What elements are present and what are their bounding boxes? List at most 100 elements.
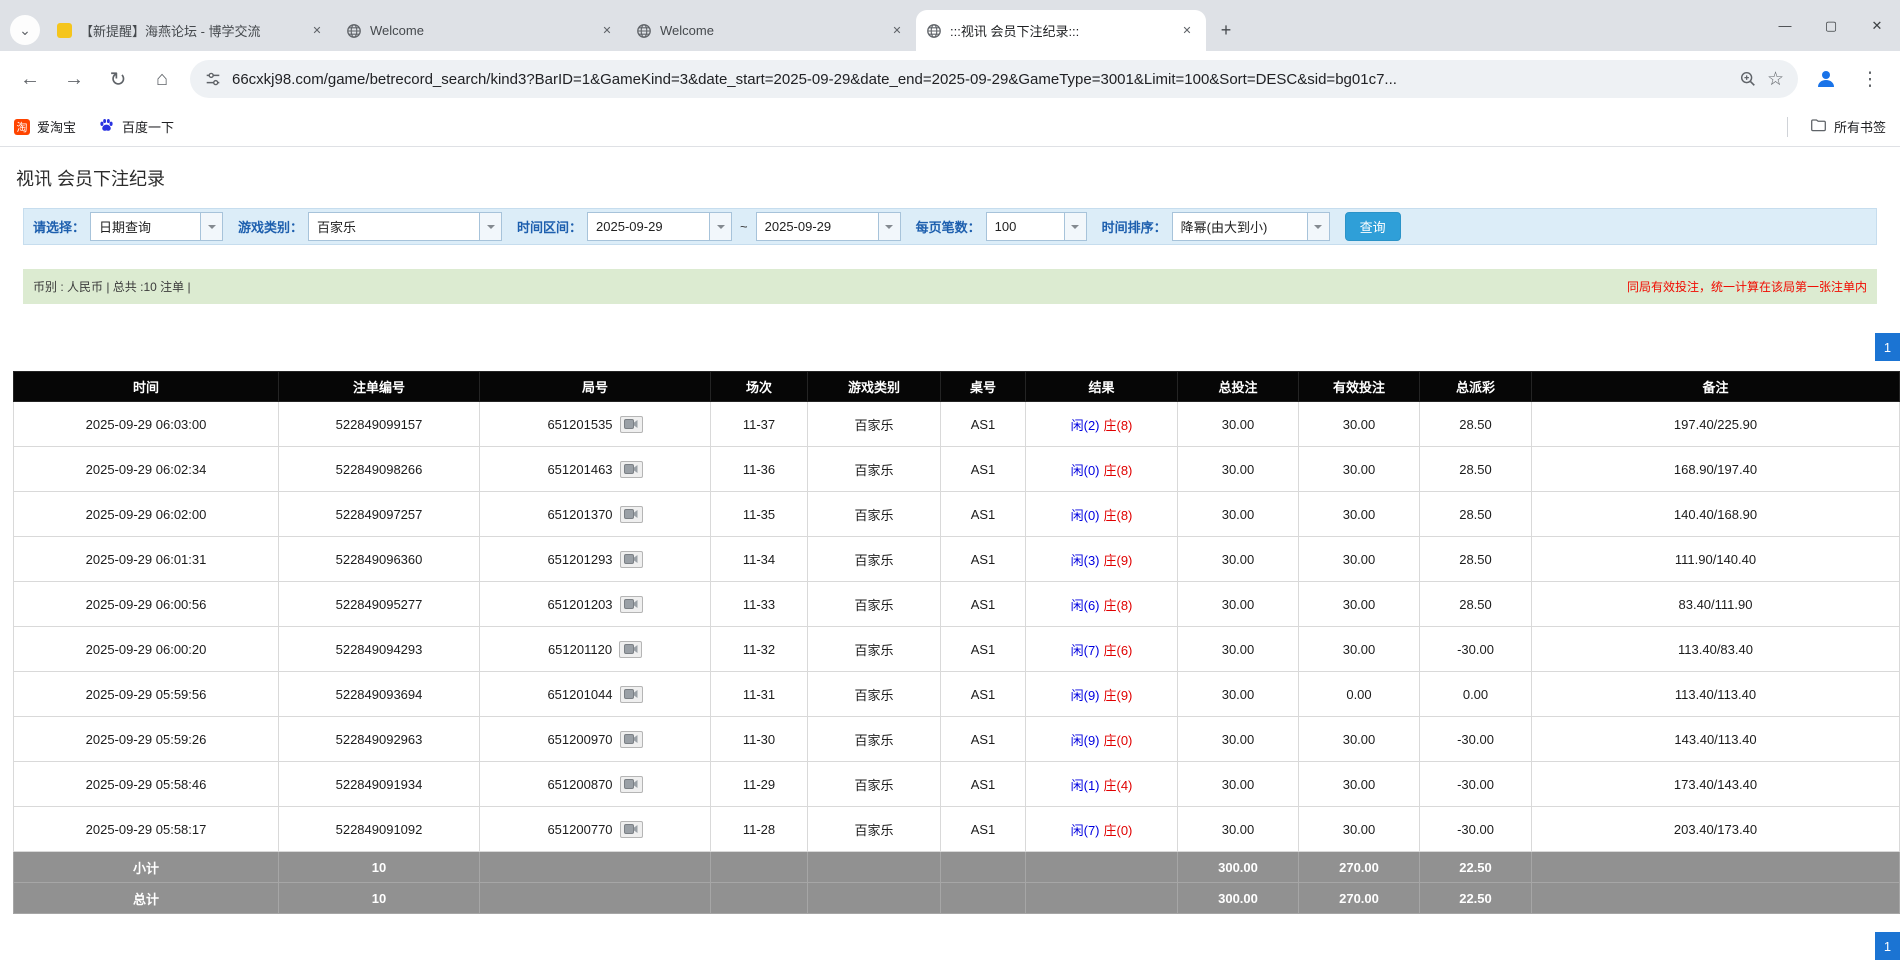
game-type-select[interactable]: 百家乐 [308, 212, 502, 241]
tab-bet-records-active[interactable]: :::视讯 会员下注纪录::: ✕ [916, 10, 1206, 51]
total-bet-link[interactable]: 30.00 [1178, 672, 1299, 717]
bookmark-label: 爱淘宝 [37, 117, 76, 136]
page-number-button[interactable]: 1 [1875, 333, 1900, 361]
header-payout: 总派彩 [1420, 372, 1532, 402]
total-row: 总计 10 300.00 270.00 22.50 [14, 883, 1900, 914]
tab-close-icon[interactable]: ✕ [888, 22, 906, 40]
video-replay-icon[interactable] [620, 776, 643, 793]
back-icon[interactable]: ← [10, 59, 50, 99]
chevron-down-icon[interactable] [200, 213, 222, 240]
total-count: 10 [279, 883, 480, 914]
tab-welcome-2[interactable]: Welcome ✕ [626, 10, 916, 51]
zoom-icon[interactable] [1739, 70, 1757, 88]
video-replay-icon[interactable] [620, 551, 643, 568]
new-tab-button[interactable]: + [1212, 16, 1240, 44]
cell-time: 2025-09-29 06:02:34 [14, 447, 279, 492]
tab-forum[interactable]: 【新提醒】海燕论坛 - 博学交流 ✕ [46, 10, 336, 51]
cell-table-no: AS1 [941, 627, 1026, 672]
search-button[interactable]: 查询 [1345, 212, 1401, 241]
date-end-select[interactable]: 2025-09-29 [756, 212, 901, 241]
table-row: 2025-09-29 06:00:20 522849094293 6512011… [14, 627, 1900, 672]
tab-close-icon[interactable]: ✕ [598, 22, 616, 40]
minimize-button[interactable]: — [1762, 0, 1808, 51]
chevron-down-icon[interactable] [1307, 213, 1329, 240]
total-bet-link[interactable]: 30.00 [1178, 447, 1299, 492]
cell-round: 651200870 [480, 762, 711, 807]
site-info-icon[interactable] [204, 70, 222, 88]
total-bet-link[interactable]: 30.00 [1178, 717, 1299, 762]
cell-valid-bet: 30.00 [1299, 447, 1420, 492]
tab-title: :::视讯 会员下注纪录::: [950, 21, 1170, 40]
browser-menu-icon[interactable]: ⋮ [1850, 59, 1890, 99]
chevron-down-icon[interactable] [1064, 213, 1086, 240]
total-bet-link[interactable]: 30.00 [1178, 537, 1299, 582]
cell-game-type: 百家乐 [808, 717, 941, 762]
cell-time: 2025-09-29 05:58:17 [14, 807, 279, 852]
cell-time: 2025-09-29 05:59:26 [14, 717, 279, 762]
sort-label: 时间排序： [1102, 217, 1167, 236]
sort-select[interactable]: 降幂(由大到小) [1172, 212, 1330, 241]
round-number: 651200970 [547, 732, 612, 747]
cell-note: 197.40/225.90 [1532, 402, 1900, 447]
bookmark-baidu[interactable]: 百度一下 [98, 117, 174, 137]
video-replay-icon[interactable] [619, 641, 642, 658]
total-bet-link[interactable]: 30.00 [1178, 582, 1299, 627]
cell-bet-id: 522849092963 [279, 717, 480, 762]
url-text[interactable]: 66cxkj98.com/game/betrecord_search/kind3… [232, 71, 1729, 88]
forward-icon[interactable]: → [54, 59, 94, 99]
query-type-select[interactable]: 日期查询 [90, 212, 223, 241]
table-body: 2025-09-29 06:03:00 522849099157 6512015… [14, 402, 1900, 914]
video-replay-icon[interactable] [620, 686, 643, 703]
video-replay-icon[interactable] [620, 416, 643, 433]
cell-result: 闲(9)庄(9) [1026, 672, 1178, 717]
maximize-button[interactable]: ▢ [1808, 0, 1854, 51]
total-bet-link[interactable]: 30.00 [1178, 492, 1299, 537]
cell-round: 651201203 [480, 582, 711, 627]
total-bet-link[interactable]: 30.00 [1178, 402, 1299, 447]
result-banker: 庄(8) [1104, 418, 1133, 433]
total-valid-bet: 270.00 [1299, 883, 1420, 914]
chevron-down-icon[interactable] [709, 213, 731, 240]
cell-session: 11-37 [711, 402, 808, 447]
tab-close-icon[interactable]: ✕ [308, 22, 326, 40]
baidu-paw-icon [98, 117, 115, 137]
video-replay-icon[interactable] [620, 596, 643, 613]
cell-session: 11-29 [711, 762, 808, 807]
bookmark-star-icon[interactable]: ☆ [1767, 68, 1784, 91]
video-replay-icon[interactable] [620, 461, 643, 478]
cell-table-no: AS1 [941, 762, 1026, 807]
cell-note: 203.40/173.40 [1532, 807, 1900, 852]
video-replay-icon[interactable] [620, 731, 643, 748]
cell-bet-id: 522849098266 [279, 447, 480, 492]
query-type-label: 请选择： [33, 217, 85, 236]
chevron-down-icon: ⌄ [19, 22, 31, 39]
tab-search-button[interactable]: ⌄ [10, 15, 40, 45]
profile-avatar[interactable] [1806, 59, 1846, 99]
date-start-select[interactable]: 2025-09-29 [587, 212, 732, 241]
tab-close-icon[interactable]: ✕ [1178, 22, 1196, 40]
refresh-icon[interactable]: ↻ [98, 59, 138, 99]
all-bookmarks-button[interactable]: 所有书签 [1810, 117, 1886, 137]
total-bet-link[interactable]: 30.00 [1178, 627, 1299, 672]
cell-bet-id: 522849093694 [279, 672, 480, 717]
chevron-down-icon[interactable] [878, 213, 900, 240]
cell-result: 闲(6)庄(8) [1026, 582, 1178, 627]
address-bar[interactable]: 66cxkj98.com/game/betrecord_search/kind3… [190, 60, 1798, 98]
video-replay-icon[interactable] [620, 821, 643, 838]
notice-text: 同局有效投注，统一计算在该局第一张注单内 [1627, 278, 1867, 295]
video-replay-icon[interactable] [620, 506, 643, 523]
page-size-select[interactable]: 100 [986, 212, 1087, 241]
total-bet-link[interactable]: 30.00 [1178, 762, 1299, 807]
page-size-value: 100 [987, 213, 1064, 240]
bookmark-taobao[interactable]: 淘 爱淘宝 [14, 117, 76, 136]
tab-welcome-1[interactable]: Welcome ✕ [336, 10, 626, 51]
cell-payout: 28.50 [1420, 447, 1532, 492]
chevron-down-icon[interactable] [479, 213, 501, 240]
page-number-button[interactable]: 1 [1875, 932, 1900, 960]
all-bookmarks-label: 所有书签 [1834, 117, 1886, 136]
total-bet-link[interactable]: 30.00 [1178, 807, 1299, 852]
close-button[interactable]: ✕ [1854, 0, 1900, 51]
table-row: 2025-09-29 05:58:17 522849091092 6512007… [14, 807, 1900, 852]
cell-valid-bet: 30.00 [1299, 582, 1420, 627]
home-icon[interactable]: ⌂ [142, 59, 182, 99]
